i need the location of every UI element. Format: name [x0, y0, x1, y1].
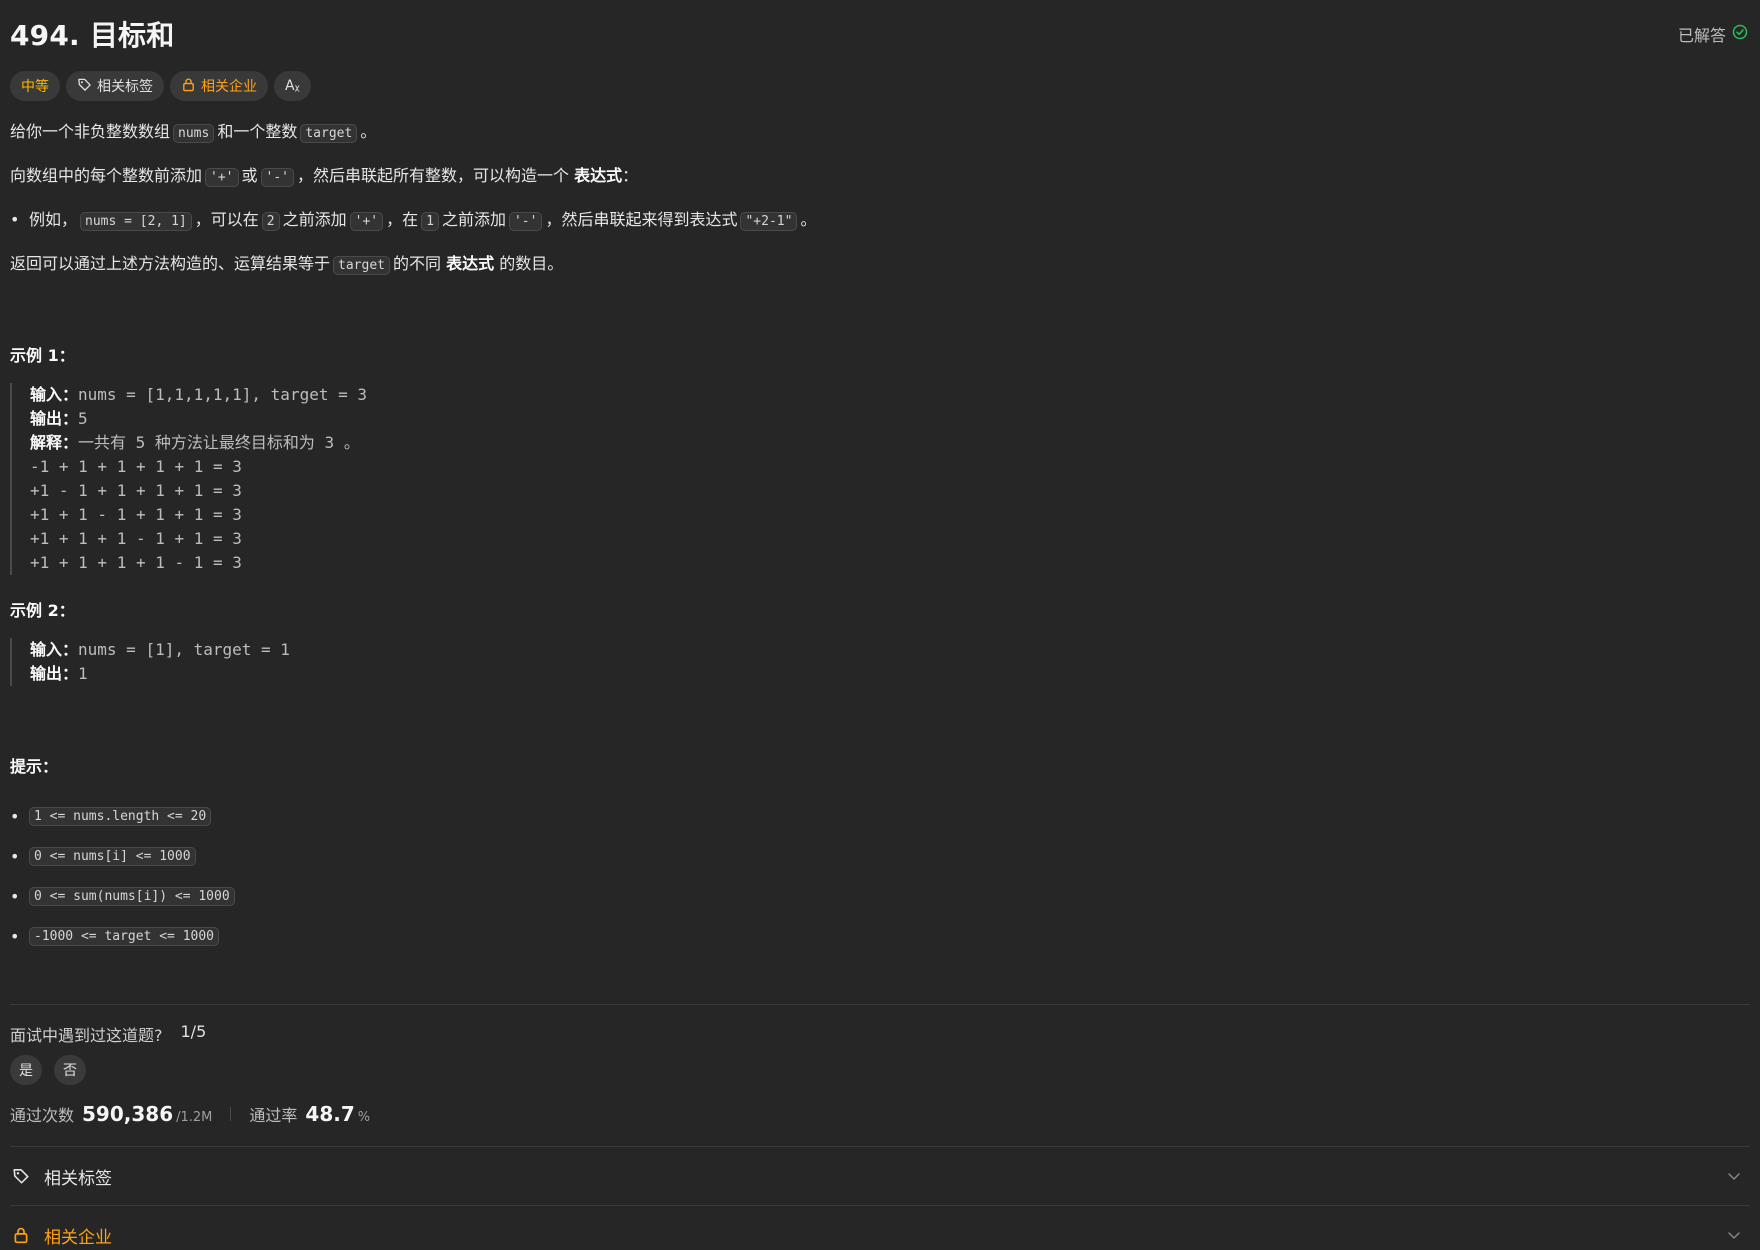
constraints-heading: 提示： — [10, 757, 59, 776]
example-1-line: +1 - 1 + 1 + 1 + 1 = 3 — [30, 481, 242, 500]
interview-count: 1/5 — [180, 1022, 207, 1041]
solved-status[interactable]: 已解答 — [1678, 22, 1748, 46]
related-companies-button[interactable]: 相关企业 — [170, 71, 268, 101]
translate-button[interactable]: Aᵪ — [274, 71, 311, 101]
accepted-count: 590,386 — [82, 1102, 174, 1126]
example-1-line: +1 + 1 + 1 - 1 + 1 = 3 — [30, 529, 242, 548]
related-companies-accordion[interactable]: 相关企业 — [10, 1206, 1750, 1250]
related-companies-label: 相关企业 — [201, 79, 257, 95]
translate-icon: Aᵪ — [285, 78, 300, 94]
related-tags-accordion-label: 相关标签 — [44, 1168, 112, 1189]
yes-button[interactable]: 是 — [10, 1055, 42, 1085]
list-item: -1000 <= target <= 1000 — [10, 916, 235, 956]
solved-label: 已解答 — [1677, 26, 1726, 45]
stats-divider — [230, 1107, 232, 1121]
example-2-block: 输入：nums = [1], target = 1 输出：1 — [10, 638, 290, 686]
lock-icon — [14, 1227, 28, 1244]
description-paragraph-3: 返回可以通过上述方法构造的、运算结果等于 target 的不同 表达式 的数目。 — [10, 254, 564, 275]
check-circle-icon — [1732, 24, 1748, 44]
related-companies-accordion-label: 相关企业 — [44, 1227, 112, 1248]
difficulty-badge[interactable]: 中等 — [10, 71, 60, 101]
constraints-list: 1 <= nums.length <= 20 0 <= nums[i] <= 1… — [10, 796, 235, 956]
acceptance-rate-label: 通过率 — [249, 1106, 298, 1125]
divider — [10, 1004, 1750, 1005]
list-item: 0 <= sum(nums[i]) <= 1000 — [10, 876, 235, 916]
lock-icon — [181, 77, 196, 96]
page-title: 494. 目标和 — [10, 19, 175, 52]
description-example-bullet: 例如，nums = [2, 1]，可以在2之前添加'+'，在1之前添加'-'，然… — [10, 206, 816, 236]
example-2-heading: 示例 2： — [10, 601, 75, 620]
related-tags-label: 相关标签 — [97, 79, 153, 95]
interview-answer: 是 否 — [10, 1055, 86, 1085]
interview-label: 面试中遇到过这道题? — [10, 1026, 163, 1045]
example-1-block: 输入：nums = [1,1,1,1,1], target = 3 输出：5 解… — [10, 383, 367, 575]
no-button[interactable]: 否 — [54, 1055, 86, 1085]
example-1-line: +1 + 1 + 1 + 1 - 1 = 3 — [30, 553, 242, 572]
acceptance-rate-unit: % — [357, 1110, 371, 1125]
example-1-heading: 示例 1： — [10, 346, 75, 365]
example-1-line: -1 + 1 + 1 + 1 + 1 = 3 — [30, 457, 242, 476]
acceptance-rate: 48.7 — [305, 1102, 355, 1126]
tag-icon — [77, 77, 92, 96]
chevron-down-icon — [1728, 1232, 1740, 1239]
list-item: 0 <= nums[i] <= 1000 — [10, 836, 235, 876]
related-tags-accordion[interactable]: 相关标签 — [10, 1147, 1750, 1205]
chevron-down-icon — [1728, 1173, 1740, 1180]
stats-bar: 通过次数 590,386 /1.2M 通过率 48.7 % — [10, 1102, 370, 1126]
submissions-count: /1.2M — [176, 1110, 213, 1125]
description-paragraph-2: 向数组中的每个整数前添加 '+' 或 '-' ，然后串联起所有整数，可以构造一个 表达式… — [10, 166, 639, 187]
accepted-label: 通过次数 — [10, 1106, 75, 1125]
problem-page: 494. 目标和 已解答 中等 相关标签 相关企业 Aᵪ 给你一个非负整数数组 n… — [0, 0, 1760, 1250]
tag-icon — [13, 1169, 29, 1184]
example-1-line: +1 + 1 - 1 + 1 + 1 = 3 — [30, 505, 242, 524]
tag-bar: 中等 相关标签 相关企业 Aᵪ — [10, 71, 311, 101]
interview-question: 面试中遇到过这道题? 1/5 — [10, 1022, 206, 1046]
description-paragraph-1: 给你一个非负整数数组 nums 和一个整数 target。 — [10, 122, 377, 143]
list-item: 1 <= nums.length <= 20 — [10, 796, 235, 836]
related-tags-button[interactable]: 相关标签 — [66, 71, 164, 101]
